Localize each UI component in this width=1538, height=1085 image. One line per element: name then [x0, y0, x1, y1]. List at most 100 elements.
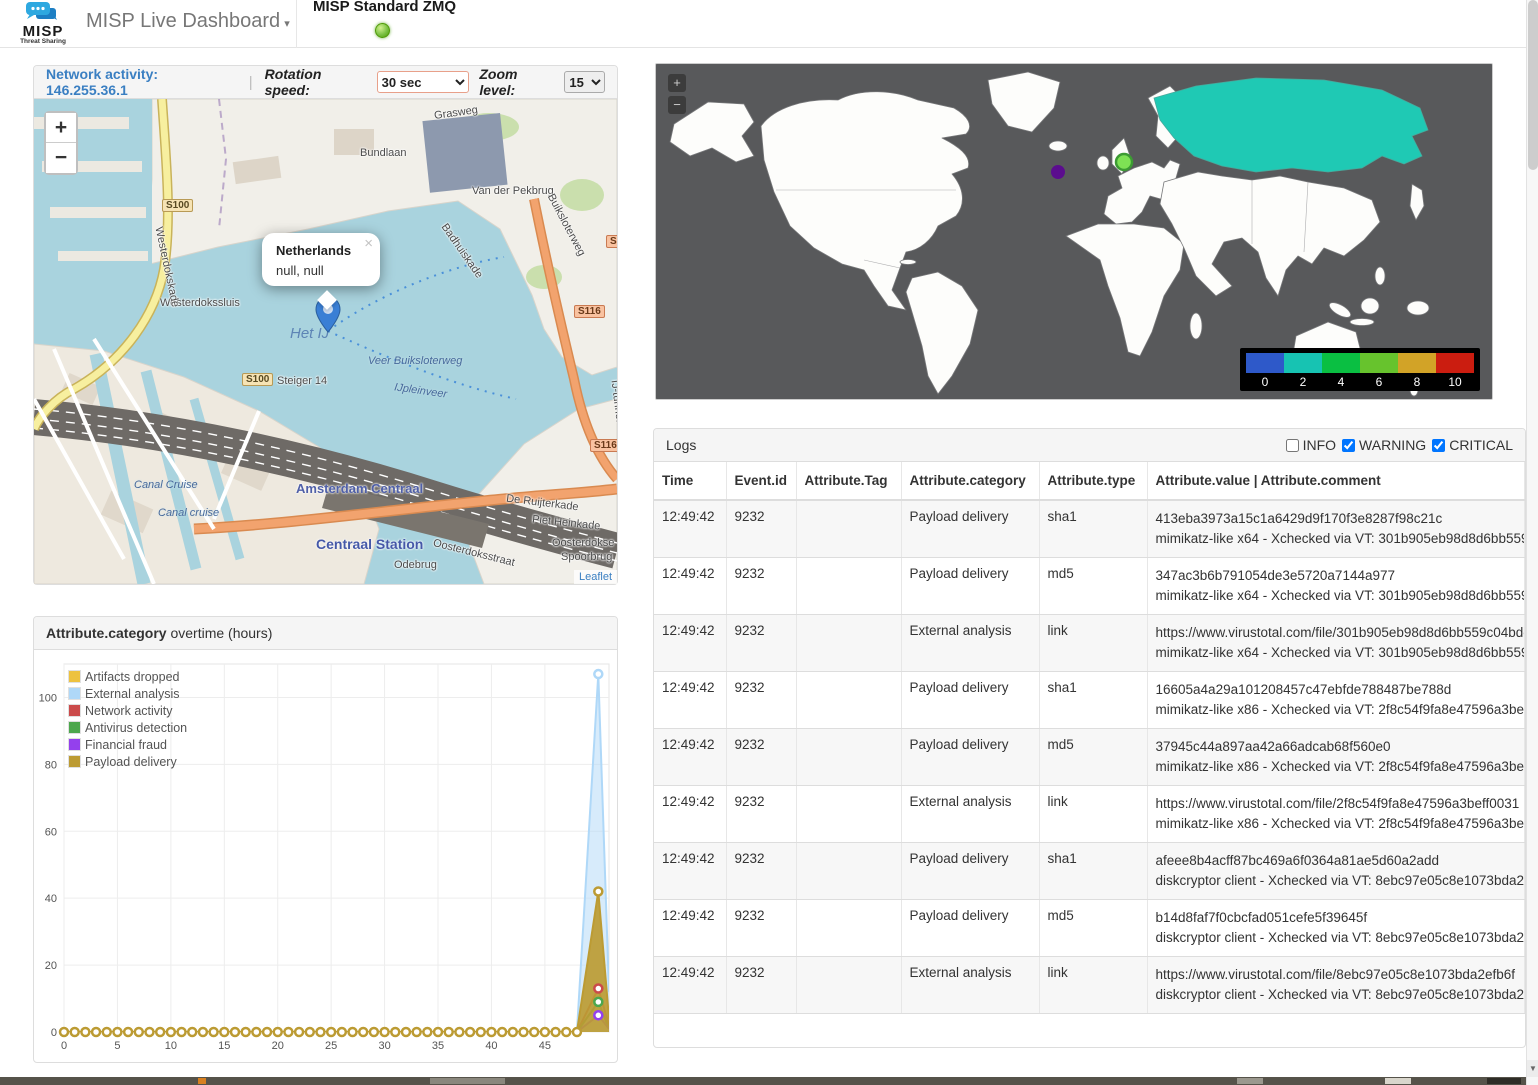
worldmap-zoom-in-button[interactable]: + [668, 74, 686, 92]
cell-type: md5 [1039, 558, 1147, 615]
cell-event-id: 9232 [726, 957, 796, 1014]
cell-value-comment: b14d8faf7f0cbcfad051cefe5f39645fdiskcryp… [1147, 900, 1525, 957]
cell-category: External analysis [901, 615, 1039, 672]
logs-header-row: Time Event.id Attribute.Tag Attribute.ca… [654, 462, 1525, 500]
dashboard-title-dropdown[interactable]: MISP Live Dashboard▾ [86, 10, 290, 33]
taskbar-icon [198, 1078, 206, 1084]
cell-tag [796, 672, 901, 729]
legend-swatch [68, 670, 81, 683]
svg-text:40: 40 [45, 893, 57, 905]
misp-logo[interactable]: MISP Threat Sharing [12, 2, 74, 45]
chart-title-rest: overtime (hours) [167, 625, 273, 641]
svg-text:45: 45 [539, 1040, 551, 1052]
cell-tag [796, 843, 901, 900]
colorbar-cell: 2 [1284, 353, 1322, 389]
table-row: 12:49:429232Payload deliverysha1afeee8b4… [654, 843, 1525, 900]
street-map-graphics [34, 99, 617, 584]
cell-category: Payload delivery [901, 672, 1039, 729]
worldmap-zoom-out-button[interactable]: − [668, 96, 686, 114]
network-activity-link[interactable]: Network activity: 146.255.36.1 [46, 66, 237, 98]
cell-value-comment: 16605a4a29a101208457c47ebfde788487be788d… [1147, 672, 1525, 729]
col-attribute-category: Attribute.category [901, 462, 1039, 500]
cell-tag [796, 558, 901, 615]
map-zoom-out-button[interactable]: − [46, 143, 76, 173]
leaflet-street-map[interactable]: + − GraswegBundlaanVan der PekbrugBuiksl… [34, 99, 617, 584]
world-map-panel[interactable]: + − [655, 63, 1493, 400]
taskbar-icon [1385, 1078, 1411, 1084]
cell-category: Payload delivery [901, 900, 1039, 957]
country-ireland [1097, 156, 1109, 170]
cell-tag [796, 500, 901, 558]
cell-value-comment: 413eba3973a15c1a6429d9f170f3e8287f98c21c… [1147, 500, 1525, 558]
chart-body: 051015202530354045020406080100 Artifacts… [34, 650, 617, 1062]
popup-close-icon[interactable]: × [364, 237, 373, 251]
filter-warning[interactable]: WARNING [1342, 437, 1426, 453]
filter-critical[interactable]: CRITICAL [1432, 437, 1513, 453]
filter-critical-label: CRITICAL [1449, 437, 1513, 453]
col-attribute-value-comment: Attribute.value | Attribute.comment [1147, 462, 1525, 500]
cell-value-comment: afeee8b4acff87bc469a6f0364a81ae5d60a2add… [1147, 843, 1525, 900]
svg-text:25: 25 [325, 1040, 337, 1052]
map-popup: × Netherlands null, null [262, 233, 380, 286]
top-navbar: MISP Threat Sharing MISP Live Dashboard▾… [0, 0, 1538, 48]
legend-swatch [68, 721, 81, 734]
cell-tag [796, 957, 901, 1014]
filter-info[interactable]: INFO [1286, 437, 1336, 453]
critical-checkbox[interactable] [1432, 439, 1445, 452]
svg-text:80: 80 [45, 759, 57, 771]
colorbar-cells: 0246810 [1246, 353, 1474, 389]
cell-category: Payload delivery [901, 558, 1039, 615]
country-new-guinea [1407, 301, 1429, 315]
country-iceland [1049, 141, 1067, 151]
cell-category: Payload delivery [901, 843, 1039, 900]
park [560, 179, 604, 211]
svg-text:100: 100 [39, 692, 57, 704]
col-attribute-tag: Attribute.Tag [796, 462, 901, 500]
legend-swatch [68, 704, 81, 717]
info-checkbox[interactable] [1286, 439, 1299, 452]
pier [50, 207, 146, 218]
leaflet-attribution-link[interactable]: Leaflet [574, 570, 617, 584]
legend-label: Antivirus detection [85, 721, 187, 735]
attribute-category-panel: Attribute.category overtime (hours) 0510… [33, 616, 618, 1063]
col-event-id: Event.id [726, 462, 796, 500]
misp-dashboard-page: MISP Threat Sharing MISP Live Dashboard▾… [0, 0, 1538, 1085]
rotation-speed-label: Rotation speed: [265, 66, 367, 98]
svg-text:35: 35 [432, 1040, 444, 1052]
cell-category: Payload delivery [901, 500, 1039, 558]
svg-text:40: 40 [485, 1040, 497, 1052]
table-row: 12:49:429232Payload deliverysha1413eba39… [654, 500, 1525, 558]
cell-tag [796, 615, 901, 672]
svg-text:60: 60 [45, 826, 57, 838]
colorbar-cell: 8 [1398, 353, 1436, 389]
worldmap-zoom-control: + − [668, 74, 686, 118]
misp-logo-icon [22, 2, 64, 20]
chart-heading: Attribute.category overtime (hours) [34, 617, 617, 650]
table-row: 12:49:429232Payload deliverymd5347ac3b6b… [654, 558, 1525, 615]
cell-value-comment: 347ac3b6b791054de3e5720a7144a977mimikatz… [1147, 558, 1525, 615]
svg-text:20: 20 [45, 960, 57, 972]
cell-value-comment: https://www.virustotal.com/file/8ebc97e0… [1147, 957, 1525, 1014]
legend-label: Payload delivery [85, 755, 177, 769]
cell-category: External analysis [901, 786, 1039, 843]
taskbar-icon [1237, 1078, 1263, 1084]
logs-title: Logs [666, 437, 696, 453]
network-activity-heading: Network activity: 146.255.36.1 | Rotatio… [34, 66, 617, 99]
cell-tag [796, 729, 901, 786]
cell-value-comment: 37945c44a897aa42a66adcab68f560e0mimikatz… [1147, 729, 1525, 786]
green-marker [1116, 154, 1132, 170]
cell-event-id: 9232 [726, 843, 796, 900]
cell-type: sha1 [1039, 500, 1147, 558]
scrollbar-thumb[interactable] [1528, 0, 1538, 170]
rotation-speed-select[interactable]: 30 sec [377, 71, 470, 93]
scrollbar-down-arrow[interactable]: ▼ [1527, 1060, 1538, 1077]
cell-type: link [1039, 786, 1147, 843]
table-row: 12:49:429232Payload deliverysha116605a4a… [654, 672, 1525, 729]
cell-type: md5 [1039, 900, 1147, 957]
page-scrollbar[interactable]: ▼ [1526, 0, 1538, 1085]
brand-word: MISP [12, 25, 74, 38]
warning-checkbox[interactable] [1342, 439, 1355, 452]
cell-event-id: 9232 [726, 558, 796, 615]
map-zoom-in-button[interactable]: + [46, 113, 76, 143]
zoom-level-select[interactable]: 15 [564, 71, 605, 93]
